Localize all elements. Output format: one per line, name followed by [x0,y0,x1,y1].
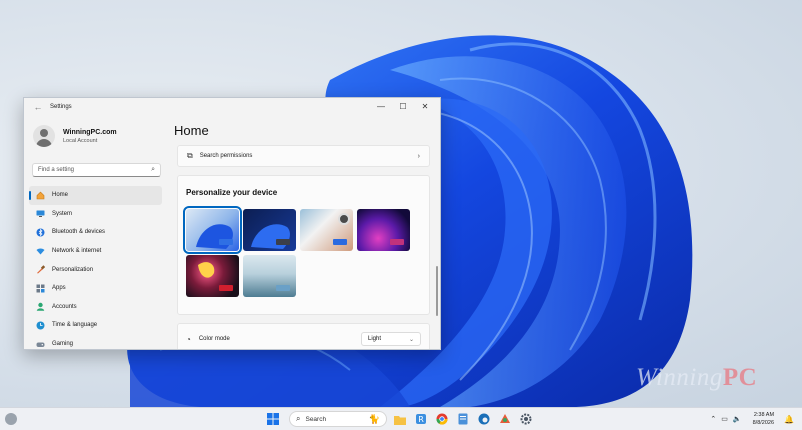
sidebar-item-label: Home [52,192,69,199]
gaming-icon [36,340,45,349]
notepad-icon[interactable] [454,410,472,428]
search-icon: ⌕ [296,414,301,423]
sidebar-item-personalization[interactable]: Personalization [29,260,162,279]
sidebar-item-home[interactable]: Home [29,186,162,205]
theme-thumbnail-spotlight[interactable] [300,209,353,251]
sidebar-item-label: Apps [52,285,66,292]
bluetooth-icon [36,228,45,237]
file-explorer-icon[interactable] [391,410,409,428]
color-mode-value: Light [368,336,382,342]
system-tray: ⌃ ▭ 🔈 2:38 AM 8/8/2026 🔔 [710,411,794,427]
edge-icon[interactable] [475,410,493,428]
sidebar-item-label: Gaming [52,341,74,348]
chevron-up-icon[interactable]: ⌃ [710,415,716,423]
search-highlight-icon: 🐈 [368,413,380,424]
theme-thumbnail-glow[interactable] [357,209,410,251]
minimize-button[interactable]: — [370,99,392,113]
taskbar: ⌕ Search 🐈 R ⌃ ▭ 🔈 2:38 AM 8/8/2026 🔔 [0,407,802,430]
sidebar-item-label: Personalization [52,266,94,273]
settings-gear-icon[interactable] [517,410,535,428]
brush-icon [36,265,45,274]
sidebar-item-label: Network & internet [52,248,102,255]
clock[interactable]: 2:38 AM 8/8/2026 [753,411,774,427]
sidebar-item-system[interactable]: System [29,205,162,224]
title-bar: ← Settings — ☐ ✕ [24,98,440,116]
wifi-icon [36,247,45,256]
theme-thumbnail-captured-motion[interactable] [186,255,239,297]
sidebar-item-label: Time & language [52,322,98,329]
sidebar-item-label: System [52,210,73,217]
volume-icon[interactable]: 🔈 [733,415,742,423]
clock-time: 2:38 AM [753,412,775,418]
color-mode-label: Color mode [198,336,230,342]
account-name: WinningPC.com [63,128,117,136]
theme-thumbnail-flow[interactable] [243,255,296,297]
main-content: Home ⧉ Search permissions › Personalize … [172,116,440,349]
sidebar-item-label: Bluetooth & devices [52,229,106,236]
sidebar-item-bluetooth[interactable]: Bluetooth & devices [29,223,162,242]
window-title: Settings [50,104,72,110]
search-permissions-label: Search permissions [199,153,253,159]
sidebar-item-apps[interactable]: Apps [29,279,162,298]
personalize-heading: Personalize your device [186,188,278,197]
theme-thumbnail-bloom-dark[interactable] [243,209,296,251]
sidebar-item-label: Accounts [52,303,77,310]
apps-icon [36,284,45,293]
globe-clock-icon [36,321,45,330]
svg-text:R: R [418,415,424,424]
window-controls: — ☐ ✕ [370,99,436,113]
search-permissions-row[interactable]: ⧉ Search permissions › [177,145,430,167]
network-icon[interactable]: ▭ [721,415,728,423]
weather-widget-icon[interactable] [5,413,17,425]
settings-window: ← Settings — ☐ ✕ WinningPC.com Local Acc… [23,97,441,350]
color-mode-row: ◔ Color mode Light ⌄ [177,323,430,349]
search-icon: ⌕ [151,166,155,173]
clock-date: 8/8/2026 [752,420,775,426]
chevron-down-icon: ⌄ [408,336,414,343]
sidebar-item-accounts[interactable]: Accounts [29,298,162,317]
palette-icon: ◔ [186,334,191,344]
widget-app-icon[interactable]: R [412,410,430,428]
system-icon [36,209,45,218]
chevron-right-icon: › [417,152,420,160]
start-button[interactable] [264,410,282,428]
sidebar-item-gaming[interactable]: Gaming [29,335,162,349]
close-button[interactable]: ✕ [414,99,436,113]
taskbar-search-placeholder: Search [305,415,327,423]
avatar [33,125,55,147]
theme-thumbnail-bloom-light[interactable] [183,206,242,254]
maximize-button[interactable]: ☐ [392,99,414,113]
notification-bell-icon[interactable]: 🔔 [784,415,794,424]
winningpc-watermark: WinningPC [636,364,758,391]
color-mode-dropdown[interactable]: Light ⌄ [361,332,421,346]
account-header[interactable]: WinningPC.com Local Account [33,125,117,147]
accounts-icon [36,302,45,312]
taskbar-search-box[interactable]: ⌕ Search 🐈 [289,411,387,427]
scrollbar[interactable] [436,266,438,316]
search-permissions-icon: ⧉ [187,151,193,160]
paint-icon[interactable] [496,410,514,428]
personalize-card: Personalize your device [177,175,430,315]
sidebar-item-time-language[interactable]: Time & language [29,316,162,335]
taskbar-apps: ⌕ Search 🐈 R [264,410,538,428]
chrome-icon[interactable] [433,410,451,428]
find-setting-input[interactable]: Find a setting ⌕ [32,163,161,177]
search-placeholder: Find a setting [38,167,75,173]
home-icon [36,191,45,200]
account-type: Local Account [63,137,98,144]
back-arrow-icon[interactable]: ← [30,102,46,112]
sidebar-item-network[interactable]: Network & internet [29,242,162,261]
sidebar-nav: Home System Bluetooth & devices Network … [29,186,162,349]
page-title: Home [174,123,209,138]
